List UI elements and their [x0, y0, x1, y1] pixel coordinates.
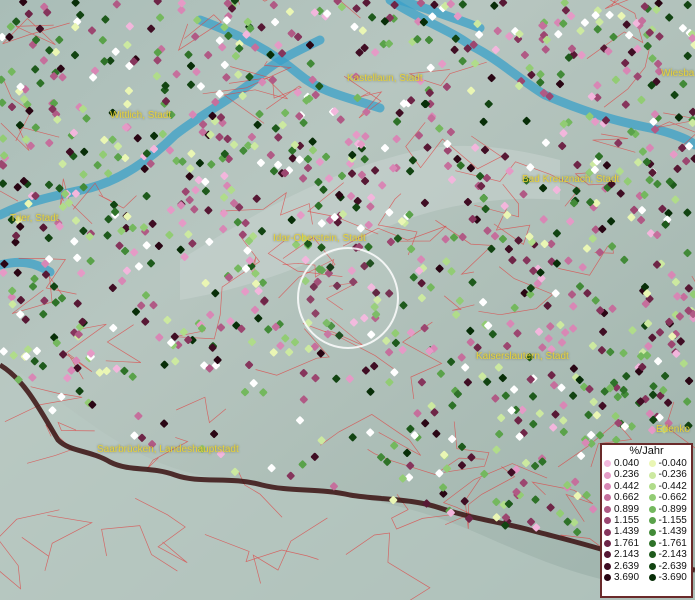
legend-row: 0.442 -0.442: [602, 481, 691, 492]
legend-swatch: [648, 528, 656, 536]
legend-entry: 0.236: [602, 469, 647, 480]
legend-swatch: [648, 482, 656, 490]
legend-entry: -1.761: [647, 538, 692, 549]
city-label-wittlich[interactable]: Wittlich, Stadt: [110, 110, 171, 121]
legend-swatch: [604, 528, 611, 536]
legend-swatch: [648, 517, 656, 525]
legend-entry: -2.639: [647, 561, 692, 572]
legend-value: -3.690: [658, 571, 687, 583]
legend-swatch: [604, 551, 611, 559]
legend-value: -0.236: [658, 469, 687, 481]
legend-entry: 1.761: [602, 538, 647, 549]
legend-entry: -0.662: [647, 492, 692, 503]
legend-value: 1.761: [614, 537, 640, 549]
legend-value: 0.662: [614, 492, 640, 504]
legend-value: 0.899: [614, 503, 640, 515]
legend-value: -0.662: [658, 492, 687, 504]
legend-entry: -0.442: [647, 481, 692, 492]
legend-entry: -0.236: [647, 469, 692, 480]
legend-value: 0.236: [614, 469, 640, 481]
legend-swatch: [648, 505, 656, 513]
legend-title: %/Jahr: [629, 445, 664, 457]
map-canvas[interactable]: [0, 0, 695, 600]
selection-ring[interactable]: [297, 247, 399, 349]
legend-row: 1.439 -1.439: [602, 526, 691, 537]
legend-row: 1.155 -1.155: [602, 515, 691, 526]
legend-entry: 0.442: [602, 481, 647, 492]
legend-swatch: [604, 505, 611, 513]
legend-row: 2.143 -2.143: [602, 549, 691, 560]
legend-entry: -1.155: [647, 515, 692, 526]
legend-value: -2.143: [658, 549, 687, 561]
legend-value: -1.439: [658, 526, 687, 538]
legend: %/Jahr 0.040 -0.040 0.236 -0.236 0.442 -0.442…: [600, 443, 693, 598]
legend-row: 1.761 -1.761: [602, 538, 691, 549]
city-label-idar-oberstein[interactable]: Idar-Oberstein, Stadt: [273, 233, 366, 244]
legend-row: 3.690 -3.690: [602, 572, 691, 583]
legend-value: -1.155: [658, 514, 687, 526]
legend-swatch: [648, 562, 656, 570]
legend-swatch: [604, 471, 611, 479]
legend-row: 0.662 -0.662: [602, 492, 691, 503]
legend-swatch: [648, 551, 656, 559]
legend-swatch: [604, 517, 611, 525]
legend-value: 2.639: [614, 560, 640, 572]
legend-value: -0.040: [658, 458, 687, 469]
legend-row: 2.639 -2.639: [602, 561, 691, 572]
legend-entry: 0.040: [602, 458, 647, 469]
legend-entry: 2.143: [602, 549, 647, 560]
legend-entry: -1.439: [647, 526, 692, 537]
legend-entry: 2.639: [602, 561, 647, 572]
legend-swatch: [648, 460, 656, 468]
legend-value: -0.899: [658, 503, 687, 515]
city-label-kastellaun[interactable]: Kastellaun, Stadt: [347, 73, 423, 84]
city-label-bad-kreuznach[interactable]: Bad Kreuznach, Stadt: [522, 174, 619, 185]
legend-row: 0.040 -0.040: [602, 458, 691, 469]
legend-entry: -2.143: [647, 549, 692, 560]
legend-swatch: [648, 494, 656, 502]
legend-swatch: [648, 574, 656, 582]
legend-entry: 0.662: [602, 492, 647, 503]
legend-value: -2.639: [658, 560, 687, 572]
city-label-kaiserslautern[interactable]: Kaiserslautern, Stadt: [476, 351, 569, 362]
legend-swatch: [604, 539, 611, 547]
city-label-edenkoben[interactable]: Edenko: [656, 424, 690, 435]
legend-value: -0.442: [658, 480, 687, 492]
legend-entry: -0.040: [647, 458, 692, 469]
legend-value: 1.439: [614, 526, 640, 538]
legend-swatch: [604, 482, 611, 490]
legend-value: -1.761: [658, 537, 687, 549]
legend-swatch: [604, 574, 611, 582]
legend-entry: 1.439: [602, 526, 647, 537]
legend-swatch: [648, 539, 656, 547]
legend-swatch: [604, 562, 611, 570]
legend-swatch: [648, 471, 656, 479]
legend-swatch: [604, 460, 611, 468]
legend-entry: -3.690: [647, 572, 692, 583]
legend-entry: 3.690: [602, 572, 647, 583]
city-label-wiesbaden[interactable]: Wiesba: [661, 68, 694, 79]
legend-rows: 0.040 -0.040 0.236 -0.236 0.442 -0.442 0.662 -0…: [602, 458, 691, 583]
legend-value: 0.040: [614, 458, 640, 469]
city-label-trier[interactable]: Trier, Stadt: [10, 213, 59, 224]
legend-row: 0.899 -0.899: [602, 504, 691, 515]
legend-value: 3.690: [614, 571, 640, 583]
legend-value: 0.442: [614, 480, 640, 492]
legend-row: 0.236 -0.236: [602, 469, 691, 480]
legend-entry: -0.899: [647, 504, 692, 515]
legend-value: 2.143: [614, 549, 640, 561]
legend-swatch: [604, 494, 611, 502]
legend-entry: 0.899: [602, 504, 647, 515]
legend-entry: 1.155: [602, 515, 647, 526]
legend-value: 1.155: [614, 514, 640, 526]
city-label-saarbruecken[interactable]: Saarbrücken, Landeshauptstadt: [97, 444, 239, 455]
